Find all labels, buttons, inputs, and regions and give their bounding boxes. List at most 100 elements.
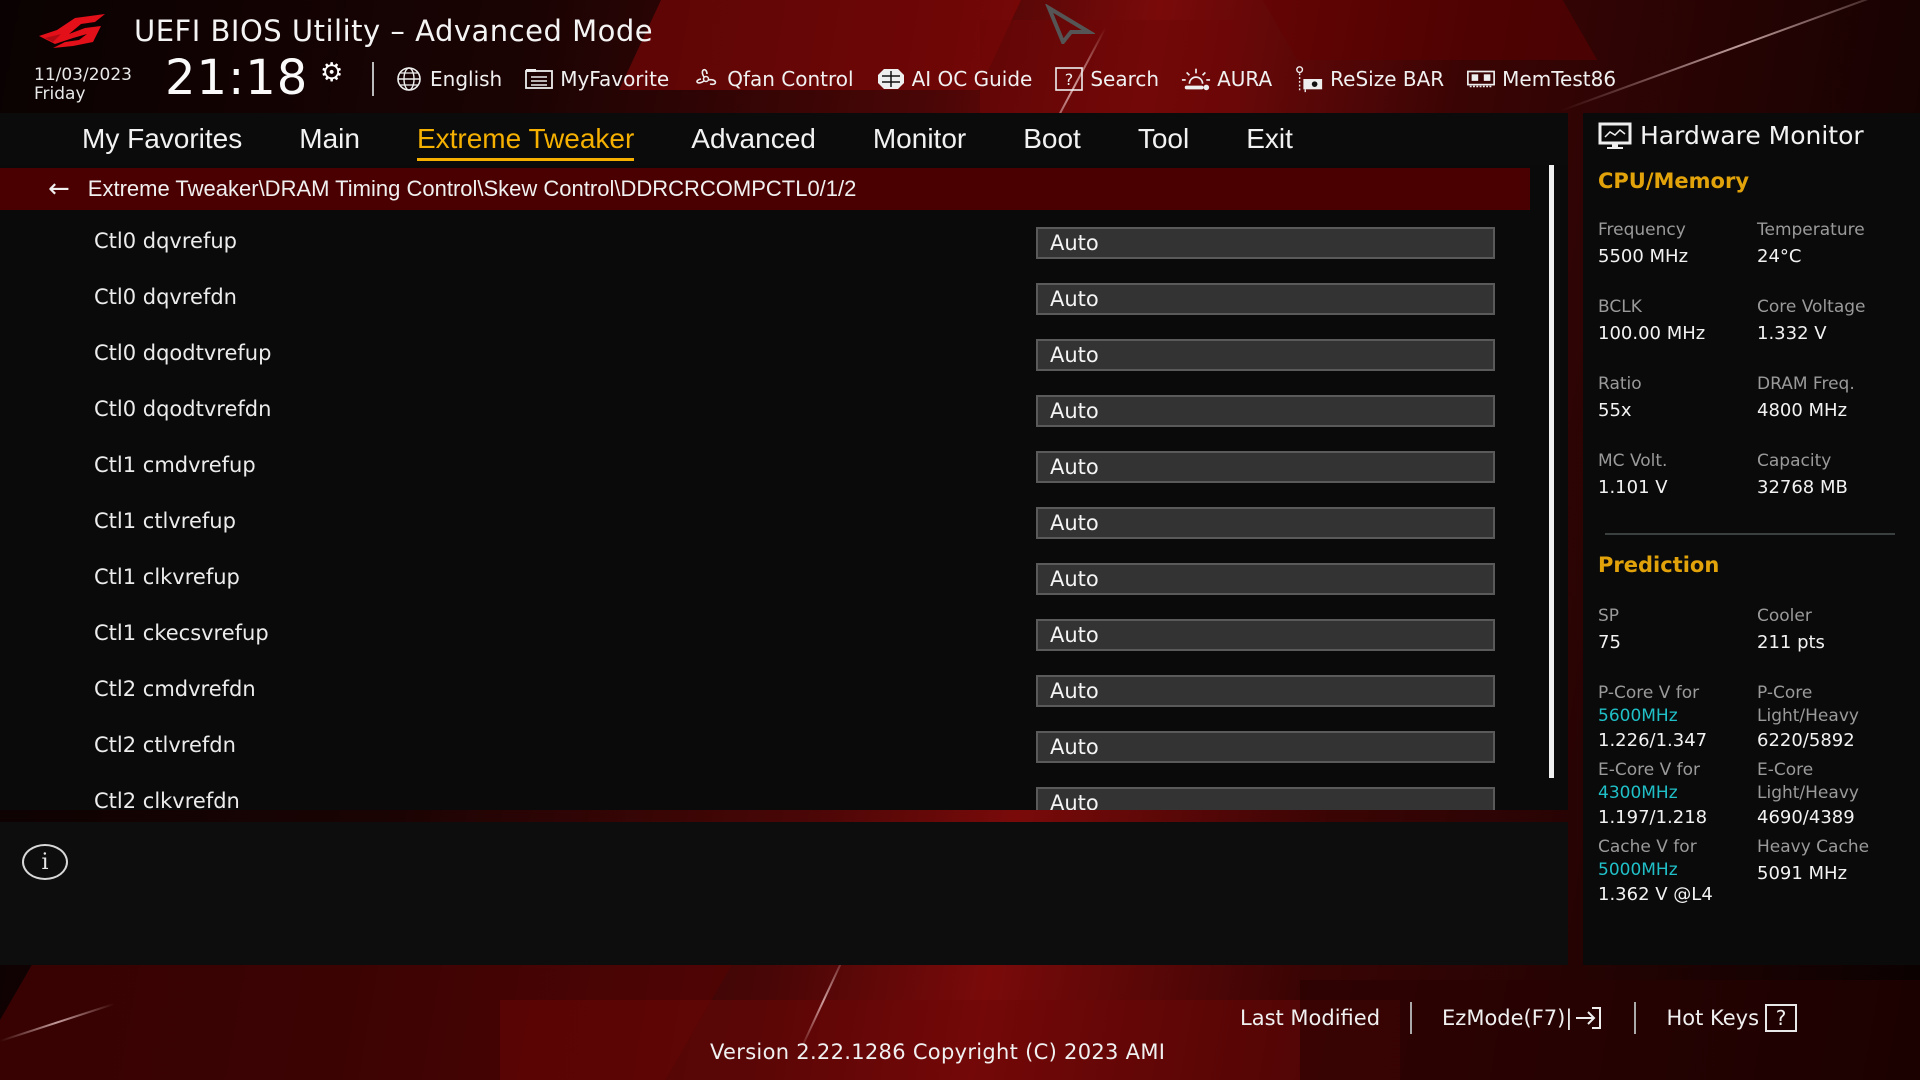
breadcrumb: ← Extreme Tweaker\DRAM Timing Control\Sk…: [0, 168, 1530, 210]
setting-value-field[interactable]: Auto: [1036, 507, 1495, 539]
stat-value: 1.101 V: [1598, 477, 1668, 498]
stat-value: 5500 MHz: [1598, 246, 1689, 267]
tab-tool[interactable]: Tool: [1138, 123, 1189, 155]
tab-advanced[interactable]: Advanced: [691, 123, 816, 155]
stat-value: 5091 MHz: [1757, 863, 1848, 884]
resize-bar-button[interactable]: ReSize BAR: [1294, 66, 1445, 93]
stat-label: Core Voltage: [1757, 297, 1866, 317]
ezmode-label: EzMode(F7)|: [1442, 1006, 1573, 1030]
setting-label: Ctl0 dqvrefup: [94, 229, 237, 253]
setting-label: Ctl1 ckecsvrefup: [94, 621, 269, 645]
setting-row[interactable]: Ctl2 cmdvrefdn Auto: [0, 671, 1530, 727]
memtest86-label: MemTest86: [1502, 67, 1617, 91]
last-modified-label: Last Modified: [1240, 1006, 1381, 1030]
cpu-memory-stat: Temperature 24°C: [1757, 219, 1915, 269]
tab-main[interactable]: Main: [299, 123, 360, 155]
stat-label: Cache V for: [1598, 837, 1697, 857]
memtest86-button[interactable]: MemTest86: [1466, 66, 1616, 92]
setting-row[interactable]: Ctl2 ctlvrefdn Auto: [0, 727, 1530, 783]
stat-value: 1.362 V @L4: [1598, 884, 1713, 905]
version-text: Version 2.22.1286 Copyright (C) 2023 AMI: [710, 1040, 1166, 1064]
stat-label: E-Core V for: [1598, 760, 1701, 780]
date-display: 11/03/2023 Friday: [34, 66, 132, 104]
cpu-memory-stat: Core Voltage 1.332 V: [1757, 296, 1915, 346]
myfavorite-label: MyFavorite: [560, 67, 670, 91]
stat-value: 32768 MB: [1757, 477, 1848, 498]
tab-exit[interactable]: Exit: [1246, 123, 1293, 155]
setting-value-field[interactable]: Auto: [1036, 787, 1495, 810]
ai-oc-guide-button[interactable]: AI OC Guide: [876, 66, 1033, 92]
stat-value: 100.00 MHz: [1598, 323, 1706, 344]
help-key-icon: ?: [1765, 1004, 1798, 1032]
stat-label-2: Light/Heavy: [1757, 783, 1859, 803]
stat-value: 211 pts: [1757, 632, 1825, 653]
app-title: UEFI BIOS Utility – Advanced Mode: [134, 14, 654, 48]
setting-value-field[interactable]: Auto: [1036, 451, 1495, 483]
setting-value-field[interactable]: Auto: [1036, 339, 1495, 371]
setting-row[interactable]: Ctl1 ctlvrefup Auto: [0, 503, 1530, 559]
setting-label: Ctl0 dqvrefdn: [94, 285, 237, 309]
setting-row[interactable]: Ctl0 dqodtvrefdn Auto: [0, 391, 1530, 447]
resize-bar-icon: [1294, 66, 1324, 93]
hot-keys-button[interactable]: Hot Keys ?: [1666, 1004, 1798, 1032]
gear-icon[interactable]: ⚙: [320, 58, 343, 88]
myfavorite-button[interactable]: MyFavorite: [524, 66, 669, 92]
tab-my-favorites[interactable]: My Favorites: [82, 123, 242, 155]
cpu-memory-stat: BCLK 100.00 MHz: [1598, 296, 1756, 346]
header-divider: [372, 62, 374, 96]
tab-boot[interactable]: Boot: [1023, 123, 1081, 155]
ecore-voltage-stat: E-Core V for 4300MHz 1.197/1.218: [1598, 759, 1756, 830]
info-icon: i: [22, 844, 68, 880]
setting-label: Ctl1 ctlvrefup: [94, 509, 236, 533]
bg-shape: [1262, 0, 1598, 60]
hardware-monitor-label: Hardware Monitor: [1640, 121, 1864, 150]
help-info-box: i: [0, 822, 1568, 965]
search-button[interactable]: ? Search: [1054, 66, 1159, 92]
setting-row[interactable]: Ctl0 dqvrefup Auto: [0, 223, 1530, 279]
stat-label: P-Core V for: [1598, 683, 1700, 703]
stat-value: 24°C: [1757, 246, 1802, 267]
last-modified-button[interactable]: Last Modified: [1240, 1006, 1380, 1030]
setting-value-field[interactable]: Auto: [1036, 227, 1495, 259]
aura-button[interactable]: AURA: [1181, 66, 1272, 92]
setting-value-field[interactable]: Auto: [1036, 619, 1495, 651]
stat-frequency: 5000MHz: [1598, 860, 1678, 880]
aura-light-icon: [1181, 66, 1211, 92]
setting-row[interactable]: Ctl0 dqvrefdn Auto: [0, 279, 1530, 335]
prediction-heading: Prediction: [1598, 553, 1720, 577]
stat-label: BCLK: [1598, 297, 1642, 317]
breadcrumb-path: Extreme Tweaker\DRAM Timing Control\Skew…: [87, 176, 857, 201]
setting-value-field[interactable]: Auto: [1036, 675, 1495, 707]
setting-row[interactable]: Ctl2 clkvrefdn Auto: [0, 783, 1530, 810]
memory-module-icon: [1466, 66, 1496, 92]
setting-label: Ctl2 ctlvrefdn: [94, 733, 236, 757]
back-arrow-icon[interactable]: ←: [48, 174, 70, 204]
section-divider: [1605, 533, 1895, 535]
cooler-stat: Cooler 211 pts: [1757, 605, 1915, 655]
setting-row[interactable]: Ctl1 ckecsvrefup Auto: [0, 615, 1530, 671]
setting-value-field[interactable]: Auto: [1036, 731, 1495, 763]
setting-row[interactable]: Ctl1 clkvrefup Auto: [0, 559, 1530, 615]
stat-label: Capacity: [1757, 451, 1832, 471]
language-button[interactable]: English: [394, 66, 502, 92]
tab-monitor[interactable]: Monitor: [873, 123, 966, 155]
main-nav: My Favorites Main Extreme Tweaker Advanc…: [0, 113, 1568, 165]
aura-label: AURA: [1217, 67, 1273, 91]
resize-bar-label: ReSize BAR: [1330, 67, 1445, 91]
stat-value: 55x: [1598, 400, 1632, 421]
cpu-memory-heading: CPU/Memory: [1598, 169, 1750, 193]
setting-row[interactable]: Ctl0 dqodtvrefup Auto: [0, 335, 1530, 391]
tab-extreme-tweaker[interactable]: Extreme Tweaker: [416, 123, 635, 161]
hardware-monitor-title: Hardware Monitor: [1598, 121, 1864, 150]
qfan-control-button[interactable]: Qfan Control: [691, 66, 854, 92]
scrollbar[interactable]: [1549, 165, 1554, 778]
stat-label: DRAM Freq.: [1757, 374, 1855, 394]
setting-value-field[interactable]: Auto: [1036, 395, 1495, 427]
setting-row[interactable]: Ctl1 cmdvrefup Auto: [0, 447, 1530, 503]
setting-value-field[interactable]: Auto: [1036, 563, 1495, 595]
search-label: Search: [1090, 67, 1160, 91]
ecore-light-heavy-stat: E-Core Light/Heavy 4690/4389: [1757, 759, 1915, 830]
ezmode-button[interactable]: EzMode(F7)|: [1442, 1005, 1604, 1031]
setting-value-field[interactable]: Auto: [1036, 283, 1495, 315]
ai-oc-guide-label: AI OC Guide: [911, 67, 1033, 91]
